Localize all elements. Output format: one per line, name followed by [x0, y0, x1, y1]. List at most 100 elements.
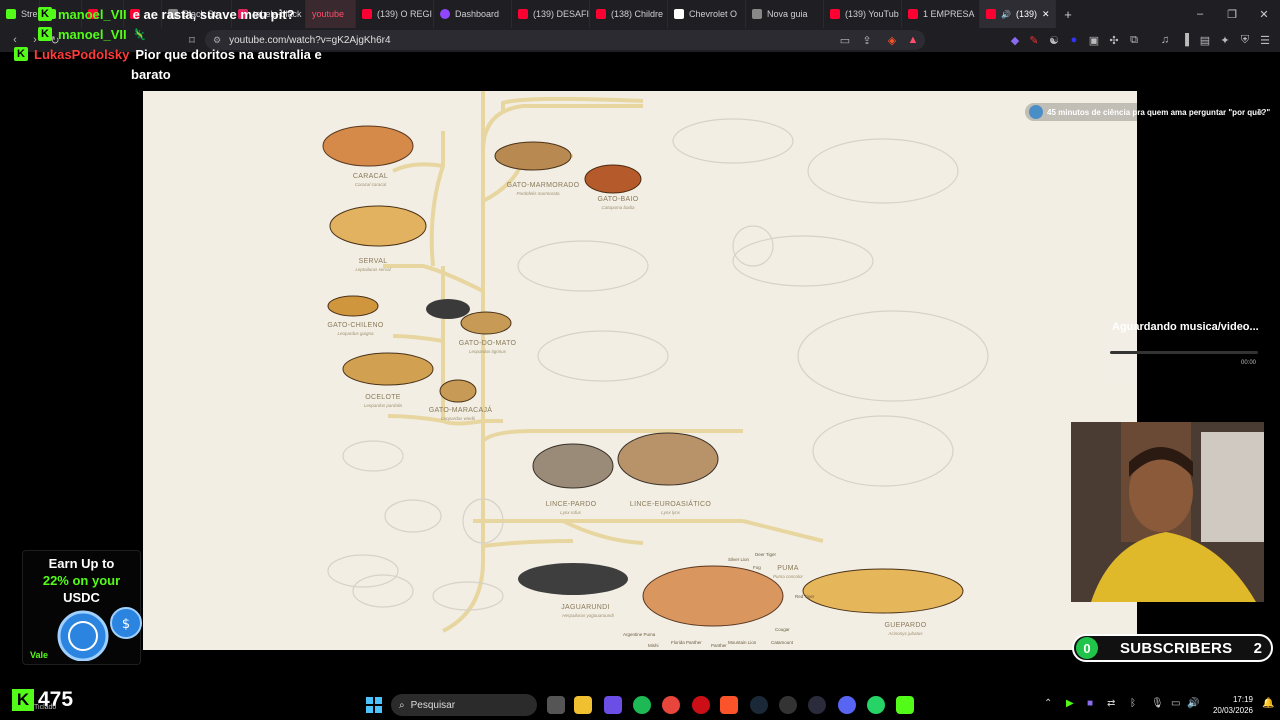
- opera-icon[interactable]: [692, 696, 710, 714]
- browser-tab[interactable]: 1 EMPRESA: [902, 0, 980, 28]
- browser-tab[interactable]: Dashboard: [434, 0, 512, 28]
- bay-cat-illustration: [584, 164, 642, 194]
- chrome-icon[interactable]: [662, 696, 680, 714]
- bluetooth-icon[interactable]: ᛒ: [1130, 698, 1136, 709]
- file-explorer-icon[interactable]: [574, 696, 592, 714]
- obs-icon[interactable]: [779, 696, 797, 714]
- extension-icon[interactable]: ☯: [1047, 33, 1061, 47]
- species-sci-name: Catopuma badia: [601, 205, 635, 210]
- brave-rewards-icon[interactable]: ▲: [906, 33, 920, 47]
- puma-common-name: Panther: [711, 643, 727, 648]
- species-label: OCELOTE: [365, 394, 401, 401]
- species-label: GATO-CHILENO: [327, 322, 384, 329]
- species-sci-name: Leopardus guigna: [337, 331, 374, 336]
- puma-common-name: Florida Panther: [671, 640, 702, 645]
- leo-ai-icon[interactable]: ✦: [1218, 33, 1232, 47]
- promo-line-highlight: 22% on your: [42, 573, 121, 588]
- promo-line: Earn Up to: [48, 556, 115, 571]
- streamlabs-icon[interactable]: [808, 696, 826, 714]
- tab-favicon-icon: [674, 9, 684, 19]
- restore-icon[interactable]: ❐: [1216, 0, 1248, 28]
- new-tab-button[interactable]: +: [1056, 0, 1080, 28]
- species-label: SERVAL: [358, 258, 388, 265]
- tray-app-icon[interactable]: ■: [1087, 698, 1093, 709]
- whatsapp-icon[interactable]: [867, 696, 885, 714]
- speaker-icon[interactable]: 🔊: [1001, 10, 1011, 19]
- music-progress-bar: [1110, 351, 1258, 354]
- brave-icon[interactable]: [720, 696, 738, 714]
- ocelot-illustration: [342, 352, 434, 386]
- species-sci-name: Puma concolor: [772, 574, 803, 579]
- species-sci-name: Leptailurus serval: [355, 267, 391, 272]
- bobcat-illustration: [532, 443, 614, 489]
- puma-common-name: Mountain Lion: [728, 640, 757, 645]
- tray-app-icon[interactable]: ▶: [1066, 698, 1074, 709]
- close-window-icon[interactable]: ✕: [1248, 0, 1280, 28]
- minimize-icon[interactable]: –: [1184, 0, 1216, 28]
- chat-text: Pior que doritos na australia e: [135, 46, 322, 62]
- extension-icon[interactable]: ▣: [1087, 33, 1101, 47]
- tab-favicon-icon: [518, 9, 528, 19]
- tigrina-black-illustration: [426, 299, 470, 319]
- sidebar-icon[interactable]: ▐: [1178, 33, 1192, 47]
- task-view-icon[interactable]: [547, 696, 565, 714]
- media-icon[interactable]: ♫: [1158, 33, 1172, 47]
- discord-icon[interactable]: [838, 696, 856, 714]
- wallet-icon[interactable]: ▤: [1198, 33, 1212, 47]
- volume-icon[interactable]: 🔊: [1187, 698, 1199, 709]
- extension-icon[interactable]: ✎: [1027, 33, 1041, 47]
- system-clock[interactable]: 17:19 20/03/2026: [1205, 694, 1253, 716]
- tab-favicon-icon: [986, 9, 996, 19]
- network-icon[interactable]: ▭: [1171, 698, 1180, 709]
- promo-footer: Vale: [30, 650, 49, 660]
- extension-icon[interactable]: ◆: [1008, 33, 1022, 47]
- app-grid-icon[interactable]: [604, 696, 622, 714]
- cast-icon[interactable]: ▭: [838, 33, 852, 47]
- windows-taskbar: ⌕ Pesquisar ⌃ ▶ ■ ⇄ ᛒ 🎙 ▭ 🔊 17:19 20/03/…: [0, 690, 1280, 720]
- steam-icon[interactable]: [750, 696, 768, 714]
- browser-tab[interactable]: (139) YouTub: [824, 0, 902, 28]
- species-sci-name: Acinonyx jubatus: [888, 631, 923, 636]
- species-sci-name: Herpailurus yagouaroundi: [562, 613, 614, 618]
- species-sci-name: Lynx lynx: [661, 510, 680, 515]
- species-label: GATO-BAIO: [597, 196, 639, 203]
- chat-username: LukasPodolsky: [34, 46, 130, 62]
- browser-tab[interactable]: (139) O REGI: [356, 0, 434, 28]
- browser-tab-active[interactable]: 🔊 (139) ✕: [980, 0, 1056, 28]
- serval-illustration: [329, 205, 427, 247]
- taskbar-search[interactable]: ⌕ Pesquisar: [391, 694, 537, 716]
- kick-logo-icon: K: [14, 47, 28, 61]
- spotify-icon[interactable]: [633, 696, 651, 714]
- tab-favicon-icon: [752, 9, 762, 19]
- browser-tab[interactable]: Chevrolet O: [668, 0, 746, 28]
- screenshot-icon[interactable]: ⧉: [1127, 33, 1141, 47]
- close-icon[interactable]: ✕: [1256, 106, 1265, 119]
- browser-tab[interactable]: (138) Childre: [590, 0, 668, 28]
- tab-favicon-icon: [830, 9, 840, 19]
- video-title-overlay[interactable]: 45 minutos de ciência pra quem ama pergu…: [1025, 103, 1275, 121]
- extensions-puzzle-icon[interactable]: ✣: [1107, 33, 1121, 47]
- puma-common-name: Deer Tiger: [755, 552, 777, 557]
- extension-icon[interactable]: ●: [1067, 33, 1081, 47]
- brave-shield-icon[interactable]: ◈: [885, 33, 899, 47]
- streamer-webcam: [1071, 422, 1264, 602]
- youtube-video-player[interactable]: CARACAL Caracal caracal SERVAL Leptailur…: [143, 91, 1137, 650]
- puma-common-name: Argentine Puma: [623, 632, 656, 637]
- browser-tab[interactable]: (139) DESAFI: [512, 0, 590, 28]
- menu-icon[interactable]: ☰: [1258, 33, 1272, 47]
- browser-tab[interactable]: Nova guia: [746, 0, 824, 28]
- tab-favicon-icon: [908, 9, 918, 19]
- puma-common-name: Silver Lion: [728, 557, 750, 562]
- vpn-icon[interactable]: ⛨: [1238, 33, 1252, 47]
- windows-start-icon[interactable]: [366, 697, 382, 713]
- microphone-icon[interactable]: 🎙: [1151, 698, 1164, 709]
- species-label: JAGUARUNDI: [561, 604, 610, 611]
- tab-close-icon[interactable]: ✕: [1042, 9, 1050, 20]
- jaguarundi-illustration: [518, 563, 628, 595]
- share-icon[interactable]: ⇪: [860, 33, 874, 47]
- tray-chevron-icon[interactable]: ⌃: [1044, 698, 1052, 709]
- tray-app-icon[interactable]: ⇄: [1107, 698, 1115, 709]
- species-label: GATO-DO-MATO: [458, 340, 517, 347]
- kick-app-icon[interactable]: [896, 696, 914, 714]
- notifications-icon[interactable]: 🔔: [1262, 698, 1274, 709]
